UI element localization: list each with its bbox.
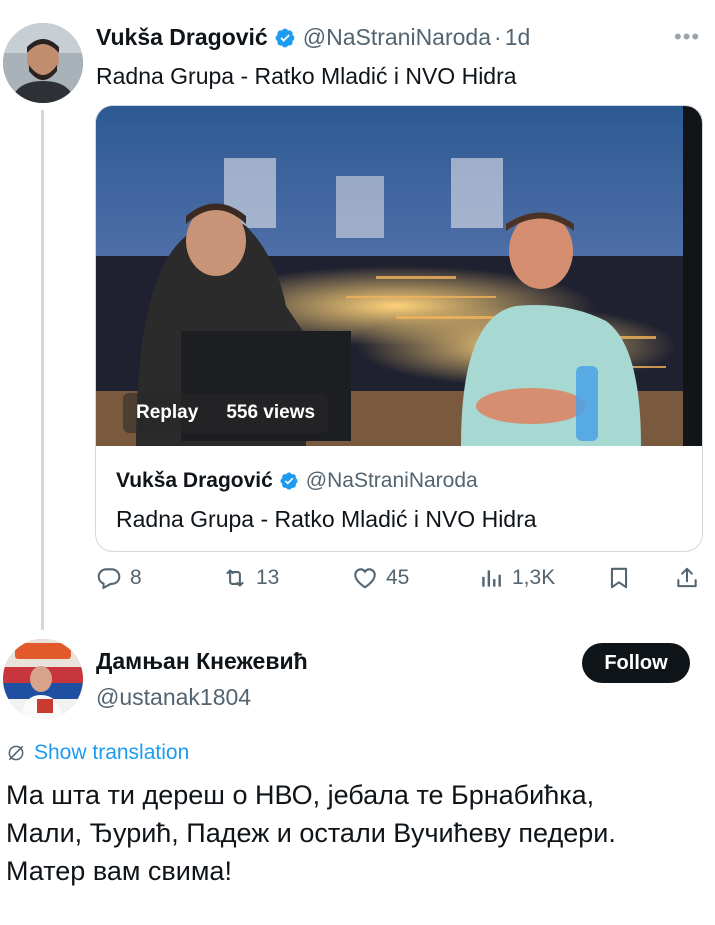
replay-label[interactable]: Replay — [136, 402, 198, 424]
quoted-author-handle: @NaStraniNaroda — [305, 469, 478, 492]
view-count: 1,3K — [512, 566, 556, 589]
tweet-text: Radna Grupa - Ratko Mladić i NVO Hidra — [96, 63, 517, 89]
show-translation-link[interactable]: Show translation — [6, 741, 189, 765]
quoted-author-name: Vukša Dragović — [116, 469, 273, 492]
tweet-text-line: Ма шта ти дереш о НВО, јебала те Брнабић… — [6, 780, 595, 810]
video-view-count: 556 views — [226, 402, 316, 423]
author-handle[interactable]: @ustanak1804 — [96, 684, 251, 711]
avatar-photo — [3, 23, 83, 103]
verified-badge-icon — [280, 472, 298, 490]
video-player[interactable]: Replay 556 views — [96, 106, 702, 446]
heart-icon — [354, 568, 376, 589]
views-button[interactable]: 1,3K — [478, 565, 555, 591]
quoted-tweet-header: Vukša Dragović @NaStraniNaroda — [116, 469, 478, 493]
thread-connector-line — [41, 110, 44, 630]
bookmark-button[interactable] — [606, 565, 632, 591]
reply-button[interactable]: 8 — [96, 565, 142, 591]
author-name[interactable]: Дамњан Кнежевић — [96, 648, 308, 675]
video-overlay: Replay 556 views — [123, 393, 329, 433]
tweet-timestamp[interactable]: 1d — [505, 24, 531, 51]
repost-button[interactable]: 13 — [222, 565, 279, 591]
share-icon — [677, 567, 697, 588]
dot-separator: · — [494, 24, 502, 50]
analytics-bar-icon — [482, 570, 501, 587]
author-handle[interactable]: @NaStraniNaroda — [303, 24, 491, 51]
tweet-text-line: Мали, Ђурић, Падеж и остали Вучићеву пед… — [6, 818, 616, 848]
author-avatar[interactable] — [3, 23, 83, 103]
share-button[interactable] — [674, 565, 700, 591]
tweet-action-bar: 8 13 45 1,3K — [0, 565, 715, 599]
like-button[interactable]: 45 — [352, 565, 409, 591]
reply-icon — [97, 568, 121, 590]
verified-badge-icon — [275, 28, 295, 47]
author-name[interactable]: Vukša Dragović — [96, 24, 268, 51]
reply-count: 8 — [130, 566, 142, 589]
bookmark-icon — [610, 567, 628, 589]
avatar-photo — [3, 639, 83, 719]
tweet-header: Vukša Dragović @NaStraniNaroda · 1d — [96, 24, 530, 51]
author-avatar[interactable] — [3, 639, 83, 719]
tweet-text-line: Матер вам свима! — [6, 856, 232, 886]
like-count: 45 — [386, 566, 410, 589]
globe-slash-icon — [8, 745, 24, 761]
tweet-text: Ма шта ти дереш о НВО, јебала те Брнабић… — [6, 776, 706, 890]
repost-count: 13 — [256, 566, 280, 589]
repost-icon — [226, 569, 244, 587]
show-translation-label: Show translation — [34, 741, 190, 764]
quoted-tweet-text: Radna Grupa - Ratko Mladić i NVO Hidra — [116, 506, 537, 532]
more-horizontal-icon[interactable]: ••• — [674, 24, 700, 50]
quoted-tweet-card[interactable]: Replay 556 views Vukša Dragović @NaStran… — [95, 105, 703, 552]
follow-button[interactable]: Follow — [582, 643, 690, 683]
